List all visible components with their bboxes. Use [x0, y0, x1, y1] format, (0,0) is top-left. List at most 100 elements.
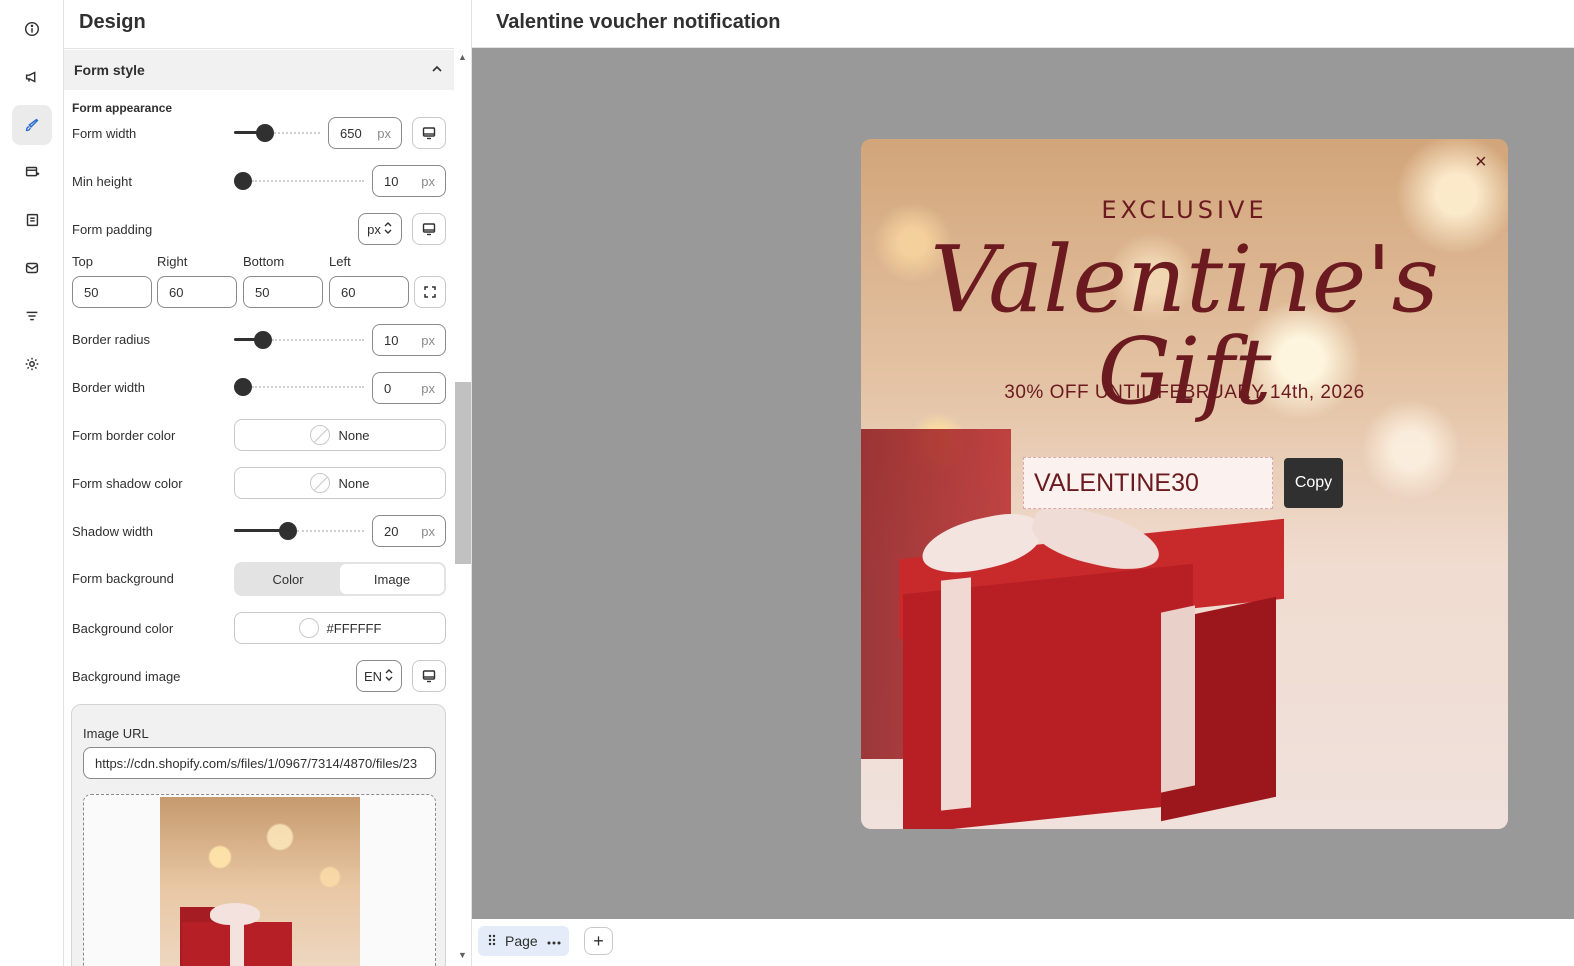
image-url-input[interactable]: https://cdn.shopify.com/s/files/1/0967/7… [83, 747, 436, 779]
background-image-option[interactable]: Image [340, 564, 444, 594]
divider [64, 48, 471, 49]
slider-knob[interactable] [256, 124, 274, 142]
language-value: EN [363, 668, 383, 684]
expand-icon[interactable] [414, 276, 446, 308]
unit-label: px [421, 332, 435, 348]
padding-left-input[interactable]: 60 [329, 276, 409, 308]
padding-bottom-input[interactable]: 50 [243, 276, 323, 308]
popup-kicker: EXCLUSIVE [1101, 196, 1268, 224]
padding-unit-value: px [367, 221, 381, 237]
scroll-up-arrow[interactable]: ▲ [458, 52, 467, 62]
preview-header: Valentine voucher notification [472, 0, 1574, 48]
border-width-label: Border width [72, 380, 145, 395]
desktop-icon[interactable] [412, 117, 446, 149]
shadow-width-value: 20 [384, 523, 399, 539]
settings-icon[interactable] [12, 344, 52, 384]
white-swatch-icon [298, 618, 319, 638]
unit-label: px [421, 173, 435, 189]
min-height-input[interactable]: 10 px [372, 165, 446, 197]
border-radius-slider[interactable] [234, 331, 364, 349]
shadow-width-input[interactable]: 20 px [372, 515, 446, 547]
slider-knob[interactable] [254, 331, 272, 349]
min-height-value: 10 [384, 173, 399, 189]
padding-right-input[interactable]: 60 [157, 276, 237, 308]
discount-code-box[interactable]: VALENTINE30 [1023, 457, 1273, 509]
more-options-icon[interactable] [546, 933, 562, 949]
slider-knob[interactable] [279, 522, 297, 540]
form-background-label: Form background [72, 571, 174, 586]
language-select[interactable]: EN [356, 660, 402, 692]
image-url-label: Image URL [83, 726, 149, 741]
panel-title: Design [79, 11, 146, 33]
border-width-slider[interactable] [234, 378, 364, 396]
background-color-value: #FFFFFF [326, 620, 382, 636]
add-page-button[interactable]: + [584, 927, 613, 955]
scroll-down-arrow[interactable]: ▼ [458, 950, 467, 960]
background-image-thumbnail [160, 797, 360, 966]
select-arrows-icon [384, 668, 394, 685]
form-background-toggle: Color Image [234, 562, 446, 596]
form-appearance-title: Form appearance [72, 101, 173, 115]
layout-icon[interactable] [12, 152, 52, 192]
gift-ribbon [1161, 605, 1195, 793]
content-icon[interactable] [12, 200, 52, 240]
padding-bottom-label: Bottom [243, 254, 285, 269]
border-width-input[interactable]: 0 px [372, 372, 446, 404]
popup-preview[interactable]: × EXCLUSIVE Valentine's Gift 30% OFF UNT… [861, 139, 1508, 829]
border-radius-input[interactable]: 10 px [372, 324, 446, 356]
form-style-section-header[interactable]: Form style [64, 50, 454, 90]
padding-unit-select[interactable]: px [358, 213, 402, 245]
icon-rail [0, 0, 64, 966]
border-width-value: 0 [384, 380, 392, 396]
form-width-value: 650 [340, 125, 362, 141]
email-icon[interactable] [12, 248, 52, 288]
filter-icon[interactable] [12, 296, 52, 336]
page-bar: Page + [472, 919, 1574, 966]
section-title: Form style [74, 62, 145, 78]
popup-offer-text: 30% OFF UNTIL FEBRUARY 14th, 2026 [1004, 382, 1365, 403]
form-shadow-color-picker[interactable]: None [234, 467, 446, 499]
background-color-option[interactable]: Color [236, 564, 340, 594]
min-height-slider[interactable] [234, 172, 364, 190]
copy-code-button[interactable]: Copy [1284, 458, 1343, 508]
slider-knob[interactable] [234, 172, 252, 190]
slider-knob[interactable] [234, 378, 252, 396]
image-drop-zone[interactable] [83, 794, 436, 966]
padding-top-label: Top [72, 254, 93, 269]
padding-top-input[interactable]: 50 [72, 276, 152, 308]
gift-ribbon [941, 577, 971, 811]
shadow-color-value: None [338, 475, 370, 491]
form-border-color-picker[interactable]: None [234, 419, 446, 451]
form-shadow-color-label: Form shadow color [72, 476, 183, 491]
design-panel: Design Form style ▲ ▼ Form appearance Fo… [64, 0, 472, 966]
unit-label: px [421, 380, 435, 396]
scrollbar-thumb[interactable] [455, 382, 471, 564]
form-width-label: Form width [72, 126, 137, 141]
megaphone-icon[interactable] [12, 57, 52, 97]
shadow-width-slider[interactable] [234, 522, 364, 540]
border-radius-label: Border radius [72, 332, 151, 347]
no-color-swatch-icon [310, 473, 331, 493]
padding-right-label: Right [157, 254, 188, 269]
background-color-label: Background color [72, 621, 174, 636]
unit-label: px [421, 523, 435, 539]
campaign-title: Valentine voucher notification [496, 11, 781, 33]
background-color-picker[interactable]: #FFFFFF [234, 612, 446, 644]
image-settings-card: Image URL https://cdn.shopify.com/s/file… [71, 704, 446, 966]
drag-handle-icon[interactable] [487, 933, 497, 950]
close-icon[interactable]: × [1475, 151, 1487, 174]
info-icon[interactable] [12, 9, 52, 49]
form-width-slider[interactable] [234, 124, 320, 142]
page-tab-label: Page [505, 933, 538, 949]
unit-label: px [377, 125, 391, 141]
page-tab[interactable]: Page [478, 926, 569, 956]
form-width-input[interactable]: 650 px [328, 117, 402, 149]
no-color-swatch-icon [310, 425, 331, 445]
select-arrows-icon [383, 221, 393, 238]
chevron-up-icon[interactable] [430, 62, 444, 79]
padding-left-label: Left [329, 254, 351, 269]
brush-icon[interactable] [12, 105, 52, 145]
desktop-icon[interactable] [412, 660, 446, 692]
border-radius-value: 10 [384, 332, 399, 348]
desktop-icon[interactable] [412, 213, 446, 245]
